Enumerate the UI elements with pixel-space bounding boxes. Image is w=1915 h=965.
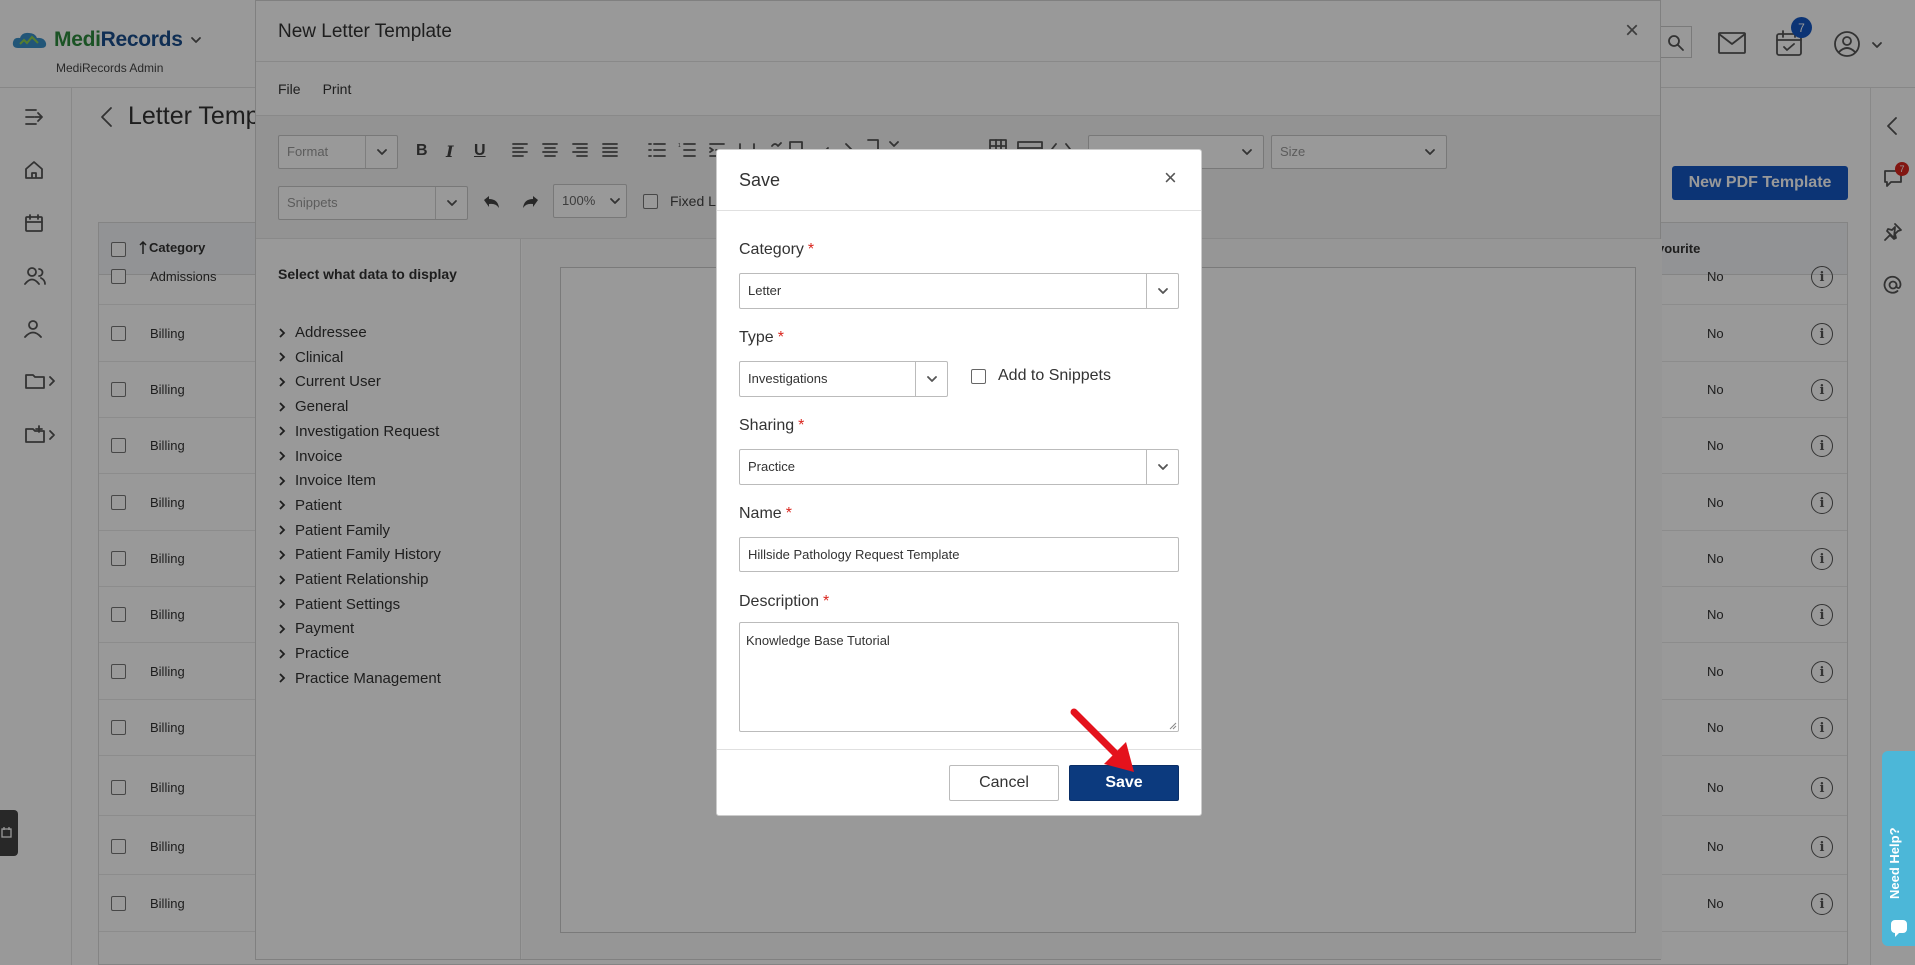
name-input[interactable] [739, 537, 1179, 572]
category-label-text: Category [739, 241, 804, 258]
name-label: Name * [739, 505, 792, 523]
chevron-down-icon [1157, 288, 1168, 294]
add-to-snippets-checkbox[interactable] [971, 369, 986, 384]
category-select[interactable]: Letter [739, 273, 1179, 309]
type-select[interactable]: Investigations [739, 361, 948, 397]
resize-handle-icon[interactable] [1169, 722, 1177, 730]
required-mark: * [807, 241, 815, 258]
chevron-down-icon [926, 376, 937, 382]
sharing-label-text: Sharing [739, 417, 795, 434]
add-to-snippets-label: Add to Snippets [998, 367, 1111, 384]
dialog-header-divider [717, 210, 1201, 211]
type-label: Type * [739, 329, 784, 347]
need-help-tab[interactable]: Need Help? [1882, 751, 1915, 946]
category-label: Category * [739, 241, 814, 259]
annotation-arrow-icon [1070, 708, 1134, 772]
cancel-button[interactable]: Cancel [949, 765, 1059, 801]
sharing-value: Practice [748, 459, 795, 474]
type-value: Investigations [748, 371, 828, 386]
type-label-text: Type [739, 329, 774, 346]
dialog-close-icon[interactable]: × [1164, 167, 1177, 189]
description-label-text: Description [739, 593, 820, 610]
required-mark: * [777, 329, 784, 346]
sharing-select[interactable]: Practice [739, 449, 1179, 485]
required-mark: * [823, 593, 830, 610]
dialog-title: Save [739, 170, 781, 190]
required-mark: * [785, 505, 792, 522]
description-label: Description * [739, 593, 829, 611]
need-help-label: Need Help? [1887, 827, 1902, 899]
chevron-down-icon [1157, 464, 1168, 470]
sharing-label: Sharing * [739, 417, 804, 435]
name-label-text: Name [739, 505, 782, 522]
help-chat-icon [1891, 920, 1907, 937]
category-value: Letter [748, 283, 782, 298]
required-mark: * [798, 417, 805, 434]
